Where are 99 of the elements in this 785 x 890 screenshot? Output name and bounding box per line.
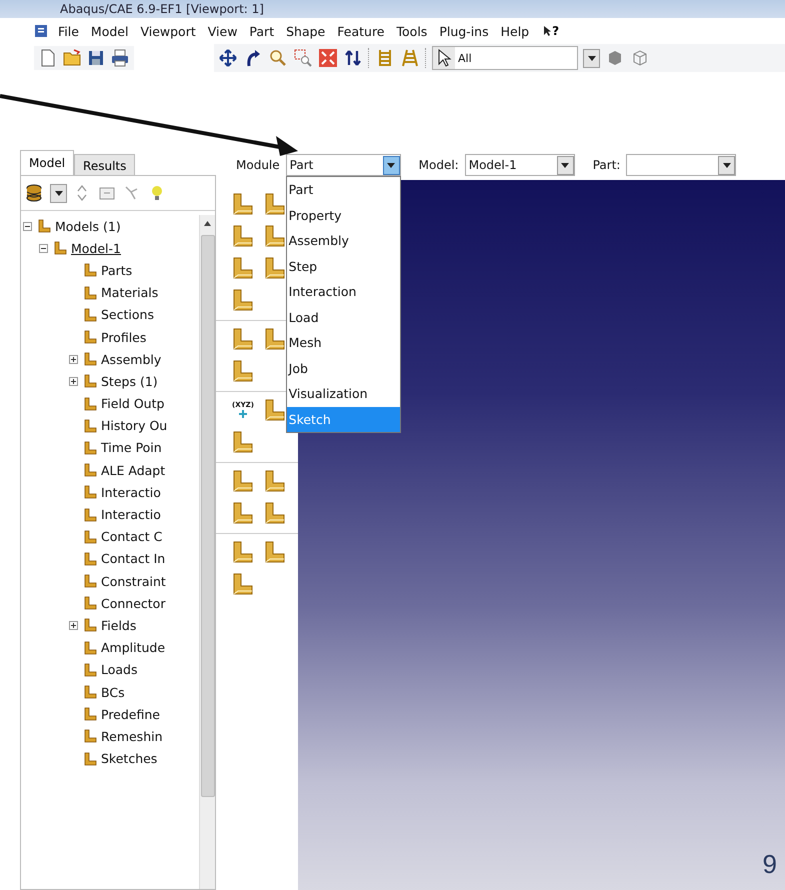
tree-item[interactable]: Model-1 [71, 240, 121, 256]
tree-node-icon [82, 351, 98, 368]
open-folder-icon[interactable] [62, 48, 82, 68]
tree-node-icon [82, 595, 98, 612]
tree-item[interactable]: Fields [101, 618, 136, 633]
tree-node-icon [82, 750, 98, 767]
tree-node-icon [82, 706, 98, 722]
tree-item[interactable]: Assembly [101, 352, 162, 367]
tree-item[interactable]: Models (1) [55, 218, 121, 234]
tree-item[interactable]: Amplitude [101, 640, 166, 656]
tree-item[interactable]: Contact In [101, 551, 166, 566]
caret-icon [561, 162, 570, 168]
tree-node-icon [82, 418, 98, 434]
tree-item[interactable]: Contact C [101, 529, 162, 544]
tree-node-icon [82, 306, 98, 323]
trapezoid-ladder-icon[interactable] [400, 48, 420, 68]
part-label: Part: [592, 158, 620, 172]
tree-node-icon [82, 528, 98, 545]
fit-view-icon[interactable] [318, 48, 338, 68]
menu-item[interactable]: File [58, 24, 79, 38]
scroll-up-icon[interactable] [204, 220, 211, 226]
plus-icon [238, 409, 248, 419]
menu-item[interactable]: View [208, 24, 238, 38]
tree-node-icon [82, 284, 98, 301]
menu-item[interactable]: Model [90, 24, 128, 38]
tree-node-icon [82, 262, 98, 278]
dropdown-button[interactable] [50, 184, 67, 202]
model-combobox[interactable]: Model-1 [464, 154, 575, 176]
tree-node-icon [36, 218, 52, 234]
expand-toggle[interactable] [23, 222, 33, 231]
tree-node-icon [82, 640, 98, 656]
tree-item[interactable]: Interactio [101, 484, 161, 500]
zoom-icon[interactable] [268, 48, 288, 68]
tab[interactable]: Results [74, 154, 136, 175]
model-label: Model: [418, 158, 459, 172]
tree-node-icon [82, 550, 98, 567]
tree-item[interactable]: Sketches [101, 751, 158, 766]
tab[interactable]: Model [20, 150, 74, 175]
swap-arrows-icon[interactable] [343, 48, 363, 68]
tree-node-icon [82, 728, 98, 744]
tree-item[interactable]: Materials [101, 285, 158, 300]
help-button[interactable]: ? [541, 24, 562, 38]
caret-icon [54, 190, 62, 196]
scrollbar[interactable] [199, 215, 215, 889]
tree-item[interactable]: Constraint [101, 574, 166, 589]
module-combobox[interactable]: Part [286, 154, 401, 176]
tree-node-icon [82, 662, 98, 678]
menu-item[interactable]: Shape [286, 24, 326, 38]
tree-node-icon [82, 462, 98, 478]
expand-toggle[interactable] [69, 620, 79, 630]
tree-node-icon [52, 240, 68, 256]
pointer-icon [543, 25, 552, 37]
tree-item[interactable]: Profiles [101, 330, 146, 345]
page-number: 9 [762, 849, 777, 880]
dropdown-button[interactable] [583, 48, 600, 68]
tree-item[interactable]: Field Outp [101, 396, 164, 412]
menu-item[interactable]: Feature [337, 24, 385, 38]
menu-item[interactable]: Help [500, 24, 530, 38]
menu-item[interactable]: Part [249, 24, 274, 38]
save-icon[interactable] [86, 48, 106, 68]
tree-item[interactable]: Time Poin [101, 440, 162, 456]
expand-toggle[interactable] [69, 376, 79, 386]
caret-icon [722, 162, 731, 168]
menu-item[interactable]: Viewport [140, 24, 196, 38]
tree-item[interactable]: Connector [101, 596, 166, 611]
pointer-icon [436, 49, 452, 67]
tree-item[interactable]: BCs [101, 684, 125, 700]
menu-item[interactable]: Plug-ins [439, 24, 489, 38]
tree-item[interactable]: Predefine [101, 706, 160, 722]
tree-item[interactable]: Interactio [101, 507, 161, 522]
part-combobox[interactable] [626, 154, 736, 176]
caret-icon [387, 162, 396, 168]
menu-item[interactable]: Tools [396, 24, 428, 38]
tree-item[interactable]: Parts [101, 262, 132, 278]
print-icon[interactable] [110, 48, 130, 68]
module-label: Module [236, 158, 280, 172]
window-menu-icon[interactable] [34, 24, 48, 38]
tree-node-icon [82, 506, 98, 523]
tree-item[interactable]: ALE Adapt [101, 462, 166, 478]
expand-toggle[interactable] [39, 244, 49, 253]
tree-item[interactable]: History Ou [101, 418, 168, 434]
tree-node-icon [82, 484, 98, 500]
tree-node-icon [82, 573, 98, 590]
tree-node-icon [82, 373, 98, 390]
pan-icon[interactable] [218, 48, 238, 68]
tree-item[interactable]: Steps (1) [101, 374, 158, 389]
tree-item[interactable]: Sections [101, 307, 154, 322]
expand-toggle[interactable] [69, 354, 79, 364]
tree-item[interactable]: Loads [101, 662, 138, 678]
window-title: Abaqus/CAE 6.9-EF1 [Viewport: 1] [60, 2, 264, 16]
tree-node-icon [82, 329, 98, 346]
tree-node-icon [82, 684, 98, 700]
selection-filter-field[interactable]: All [432, 46, 578, 70]
tree-node-icon [82, 617, 98, 634]
box-zoom-icon[interactable] [293, 48, 313, 68]
tree-item[interactable]: Remeshin [101, 728, 163, 744]
caret-icon [588, 56, 596, 60]
tree-node-icon [82, 396, 98, 412]
tree-node-icon [82, 440, 98, 456]
